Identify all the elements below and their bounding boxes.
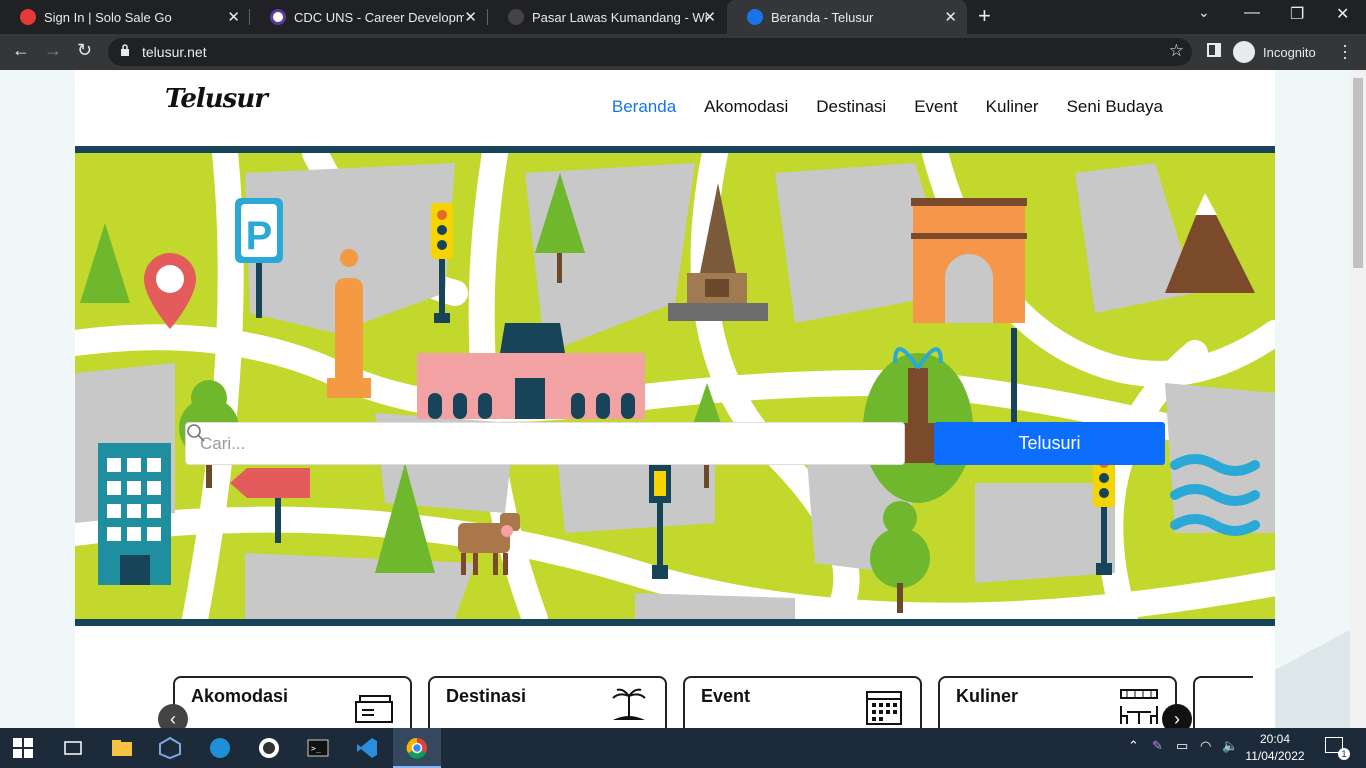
ticket-icon <box>355 695 393 723</box>
terminal-icon[interactable]: >_ <box>306 736 330 760</box>
main-nav: Beranda Akomodasi Destinasi Event Kuline… <box>612 97 1163 117</box>
tab-title: Sign In | Solo Sale Go <box>44 9 172 25</box>
category-card-destinasi[interactable]: Destinasi <box>428 676 667 728</box>
cafe-table-icon <box>1120 689 1158 724</box>
incognito-label: Incognito <box>1263 44 1316 60</box>
browser-toolbar: ← → ↻ telusur.net ☆ Incognito · · · <box>0 34 1366 70</box>
restore-button[interactable]: ❐ <box>1290 4 1304 24</box>
notification-badge: 1 <box>1338 748 1350 760</box>
close-tab-icon[interactable]: ✕ <box>227 8 240 26</box>
carousel-next-button[interactable]: › <box>1162 704 1192 728</box>
calendar-icon <box>866 691 902 725</box>
bookmark-star-icon[interactable]: ☆ <box>1169 41 1184 61</box>
tab-title: CDC UNS - Career Development <box>294 9 464 25</box>
close-window-button[interactable]: ✕ <box>1336 4 1349 24</box>
forward-icon[interactable]: → <box>44 40 62 61</box>
tab-pasar-lawas[interactable]: Pasar Lawas Kumandang - Wisata ✕ <box>488 0 726 34</box>
clock-time: 20:04 <box>1259 732 1291 746</box>
virtualbox-icon[interactable] <box>158 736 182 760</box>
address-bar[interactable]: telusur.net ☆ <box>108 38 1192 66</box>
telusur-logo[interactable]: Telusur <box>165 84 268 114</box>
chrome-taskbar-active[interactable] <box>393 728 441 768</box>
nav-kuliner[interactable]: Kuliner <box>986 97 1039 117</box>
reload-icon[interactable]: ↻ <box>77 40 92 61</box>
page-scrollbar[interactable] <box>1350 70 1366 728</box>
close-tab-icon[interactable]: ✕ <box>703 8 716 26</box>
hero-map-banner: P Cari... Telusuri <box>75 146 1275 626</box>
lock-icon <box>121 44 129 56</box>
telusuri-button[interactable]: Telusuri <box>934 422 1165 465</box>
search-placeholder: Cari... <box>200 433 246 453</box>
scrollbar-thumb[interactable] <box>1353 78 1363 268</box>
new-tab-button[interactable]: + <box>978 3 991 29</box>
tray-overflow-icon[interactable]: ⌃ <box>1128 738 1139 754</box>
battery-icon[interactable]: ▭ <box>1176 738 1188 754</box>
nav-seni-budaya[interactable]: Seni Budaya <box>1067 97 1163 117</box>
clock-date: 11/04/2022 <box>1245 749 1305 763</box>
category-card-akomodasi[interactable]: Akomodasi <box>173 676 412 728</box>
edge-icon[interactable] <box>208 736 232 760</box>
category-carousel: Akomodasi Destinasi Event Kuliner <box>75 676 1275 728</box>
category-card-kuliner[interactable]: Kuliner <box>938 676 1177 728</box>
pet-app-icon[interactable] <box>257 736 281 760</box>
solo-sale-favicon-icon <box>20 9 36 25</box>
tab-search-icon[interactable]: ⌄ <box>1198 4 1210 21</box>
palm-island-icon <box>612 688 646 720</box>
page-viewport: Telusur Beranda Akomodasi Destinasi Even… <box>0 70 1350 728</box>
carousel-prev-button[interactable]: ‹ <box>158 704 188 728</box>
incognito-indicator[interactable]: Incognito <box>1233 38 1316 66</box>
category-label: Kuliner <box>956 686 1019 706</box>
tab-sign-in[interactable]: Sign In | Solo Sale Go ✕ <box>0 0 250 34</box>
tab-title: Pasar Lawas Kumandang - Wisata <box>532 9 708 25</box>
category-label: Destinasi <box>446 686 527 706</box>
incognito-icon <box>1233 41 1255 63</box>
svg-text:>_: >_ <box>311 744 321 753</box>
wisata-favicon-icon <box>508 9 524 25</box>
minimize-button[interactable]: — <box>1244 4 1260 22</box>
wifi-icon[interactable]: ◠ <box>1200 738 1211 754</box>
pen-icon[interactable]: ✎ <box>1152 738 1163 754</box>
file-explorer-icon[interactable] <box>110 736 134 760</box>
nav-event[interactable]: Event <box>914 97 957 117</box>
url-text: telusur.net <box>142 44 207 60</box>
windows-taskbar: >_ ⌃ ✎ ▭ ◠ 🔈 20:04 11/04/2022 1 <box>0 728 1366 768</box>
browser-tab-strip: Sign In | Solo Sale Go ✕ CDC UNS - Caree… <box>0 0 1366 34</box>
hero-search-input[interactable]: Cari... <box>185 422 905 465</box>
uns-favicon-icon <box>270 9 286 25</box>
telusur-favicon-icon <box>747 9 763 25</box>
category-label: Event <box>701 686 751 706</box>
task-view-icon[interactable] <box>61 736 85 760</box>
close-tab-icon[interactable]: ✕ <box>944 8 957 26</box>
windows-start-icon[interactable] <box>13 738 33 758</box>
nav-beranda[interactable]: Beranda <box>612 97 676 117</box>
vscode-icon[interactable] <box>355 736 379 760</box>
site-page: Telusur Beranda Akomodasi Destinasi Even… <box>75 70 1275 728</box>
system-clock[interactable]: 20:04 11/04/2022 <box>1236 731 1314 765</box>
close-tab-icon[interactable]: ✕ <box>464 8 477 26</box>
site-header: Telusur Beranda Akomodasi Destinasi Even… <box>75 70 1275 146</box>
side-panel-icon[interactable] <box>1207 43 1221 57</box>
back-icon[interactable]: ← <box>12 40 30 61</box>
search-icon[interactable] <box>186 423 206 443</box>
tab-beranda-telusur[interactable]: Beranda - Telusur ✕ <box>727 0 967 34</box>
svg-text:P: P <box>246 214 273 258</box>
nav-akomodasi[interactable]: Akomodasi <box>704 97 788 117</box>
city-map-illustration: P <box>75 153 1275 619</box>
category-card-event[interactable]: Event <box>683 676 922 728</box>
category-card-seni-budaya[interactable] <box>1193 676 1253 728</box>
category-label: Akomodasi <box>191 686 289 706</box>
tab-title: Beranda - Telusur <box>771 9 874 25</box>
nav-destinasi[interactable]: Destinasi <box>816 97 886 117</box>
browser-menu-icon[interactable]: · · · <box>1342 36 1348 66</box>
chrome-icon <box>406 737 427 759</box>
tab-cdc-uns[interactable]: CDC UNS - Career Development ✕ <box>250 0 487 34</box>
